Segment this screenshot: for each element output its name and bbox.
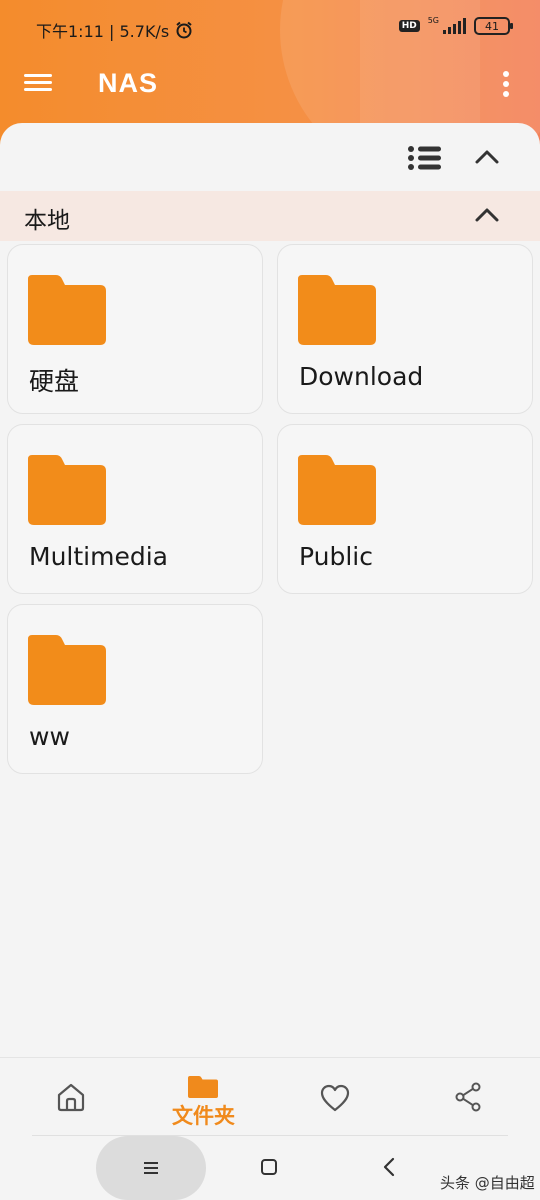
folder-icon — [298, 275, 376, 345]
watermark-text: 头条 @自由超 — [440, 1174, 535, 1192]
signal-icon — [443, 18, 466, 34]
battery-icon: 41 — [474, 17, 513, 35]
folder-name: Download — [299, 362, 424, 391]
chevron-up-icon[interactable] — [472, 145, 502, 169]
network-type: 5G — [427, 15, 439, 25]
nav-folders-label: 文件夹 — [172, 1104, 235, 1128]
view-toolbar — [0, 123, 540, 191]
folder-card-multimedia[interactable]: Multimedia — [7, 424, 263, 594]
home-square-icon[interactable] — [260, 1158, 280, 1178]
list-view-icon[interactable] — [407, 145, 443, 171]
share-icon — [455, 1082, 481, 1112]
nav-home[interactable] — [2, 1058, 137, 1136]
folder-card-public[interactable]: Public — [277, 424, 533, 594]
folder-icon — [298, 455, 376, 525]
battery-level: 41 — [485, 19, 499, 33]
nav-favorites[interactable] — [268, 1058, 403, 1136]
more-options-icon[interactable] — [498, 68, 514, 100]
nav-folders[interactable]: 文件夹 — [136, 1058, 271, 1136]
folder-name: Multimedia — [29, 542, 168, 571]
folder-card-ww[interactable]: ww — [7, 604, 263, 774]
page-title: NAS — [98, 68, 159, 98]
back-chevron-icon[interactable] — [380, 1156, 400, 1178]
recents-menu-icon — [144, 1162, 158, 1174]
folder-icon — [28, 275, 106, 345]
nav-share[interactable] — [403, 1058, 538, 1136]
status-time-speed: 下午1:11 | 5.7K/s — [36, 22, 170, 41]
folder-name: Public — [299, 542, 373, 571]
section-title: 本地 — [24, 208, 70, 234]
folder-name: ww — [29, 722, 70, 751]
status-right: HD 5G 41 — [398, 15, 513, 35]
hd-badge: HD — [398, 20, 420, 32]
status-left: 下午1:11 | 5.7K/s — [36, 18, 193, 42]
bottom-navigation: 文件夹 — [0, 1057, 540, 1137]
folder-name: 硬盘 — [29, 367, 80, 396]
folder-icon — [188, 1076, 218, 1098]
folder-icon — [28, 635, 106, 705]
folder-card-download[interactable]: Download — [277, 244, 533, 414]
section-header-local[interactable]: 本地 — [0, 191, 540, 241]
home-icon — [57, 1083, 85, 1112]
status-bar: 下午1:11 | 5.7K/s HD 5G 41 — [0, 0, 540, 60]
app-bar: NAS — [0, 60, 540, 110]
folder-icon — [28, 455, 106, 525]
alarm-icon — [176, 21, 192, 39]
heart-icon — [320, 1084, 350, 1112]
hamburger-menu-icon[interactable] — [24, 71, 52, 95]
section-chevron-up-icon[interactable] — [472, 203, 502, 227]
folder-card-harddisk[interactable]: 硬盘 — [7, 244, 263, 414]
recents-button[interactable] — [96, 1136, 206, 1200]
